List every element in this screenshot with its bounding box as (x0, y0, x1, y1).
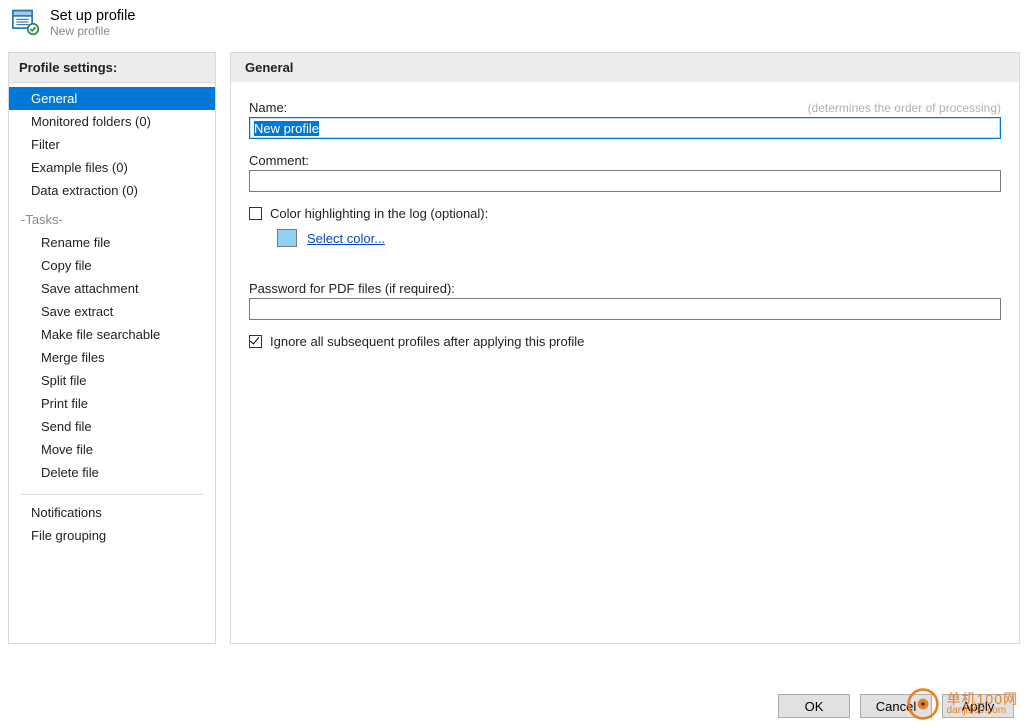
sidebar-item-notifications[interactable]: Notifications (9, 501, 215, 524)
sidebar-divider (21, 494, 203, 495)
watermark-text-1: 单机100网 (947, 692, 1018, 706)
dialog-subtitle: New profile (50, 25, 135, 39)
dialog-window: Set up profile New profile Profile setti… (0, 0, 1028, 728)
comment-input[interactable] (249, 170, 1001, 192)
ignore-subsequent-label: Ignore all subsequent profiles after app… (270, 334, 584, 349)
sidebar-item-make-file-searchable[interactable]: Make file searchable (9, 323, 215, 346)
sidebar-group-tasks: -Tasks- (9, 202, 215, 231)
watermark-text-2: danji100.com (947, 706, 1018, 716)
sidebar-item-merge-files[interactable]: Merge files (9, 346, 215, 369)
color-swatch (277, 229, 297, 247)
password-input[interactable] (249, 298, 1001, 320)
sidebar-item-copy-file[interactable]: Copy file (9, 254, 215, 277)
sidebar-item-data-extraction[interactable]: Data extraction (0) (9, 179, 215, 202)
watermark: 单机100网 danji100.com (905, 686, 1018, 722)
sidebar-item-send-file[interactable]: Send file (9, 415, 215, 438)
sidebar-item-move-file[interactable]: Move file (9, 438, 215, 461)
content-heading: General (231, 53, 1019, 82)
comment-label: Comment: (249, 153, 309, 168)
name-label: Name: (249, 100, 287, 115)
sidebar-item-delete-file[interactable]: Delete file (9, 461, 215, 484)
sidebar-nav: General Monitored folders (0) Filter Exa… (9, 83, 215, 559)
dialog-title: Set up profile (50, 8, 135, 25)
sidebar-item-save-extract[interactable]: Save extract (9, 300, 215, 323)
watermark-logo-icon (905, 686, 941, 722)
select-color-link[interactable]: Select color... (307, 231, 385, 246)
sidebar-item-monitored-folders[interactable]: Monitored folders (0) (9, 110, 215, 133)
ignore-subsequent-checkbox[interactable] (249, 335, 262, 348)
name-hint: (determines the order of processing) (808, 101, 1001, 115)
content-panel: General Name: (determines the order of p… (230, 52, 1020, 644)
color-highlighting-checkbox[interactable] (249, 207, 262, 220)
color-highlighting-label: Color highlighting in the log (optional)… (270, 206, 488, 221)
sidebar-item-filter[interactable]: Filter (9, 133, 215, 156)
password-label: Password for PDF files (if required): (249, 281, 455, 296)
name-input[interactable] (249, 117, 1001, 139)
profile-icon (12, 8, 40, 36)
ok-button[interactable]: OK (778, 694, 850, 718)
sidebar-item-general[interactable]: General (9, 87, 215, 110)
sidebar-item-save-attachment[interactable]: Save attachment (9, 277, 215, 300)
dialog-header: Set up profile New profile (0, 0, 1028, 52)
sidebar-item-example-files[interactable]: Example files (0) (9, 156, 215, 179)
sidebar-item-file-grouping[interactable]: File grouping (9, 524, 215, 547)
sidebar-item-rename-file[interactable]: Rename file (9, 231, 215, 254)
sidebar: Profile settings: General Monitored fold… (8, 52, 216, 644)
sidebar-heading: Profile settings: (9, 53, 215, 83)
sidebar-item-print-file[interactable]: Print file (9, 392, 215, 415)
sidebar-item-split-file[interactable]: Split file (9, 369, 215, 392)
